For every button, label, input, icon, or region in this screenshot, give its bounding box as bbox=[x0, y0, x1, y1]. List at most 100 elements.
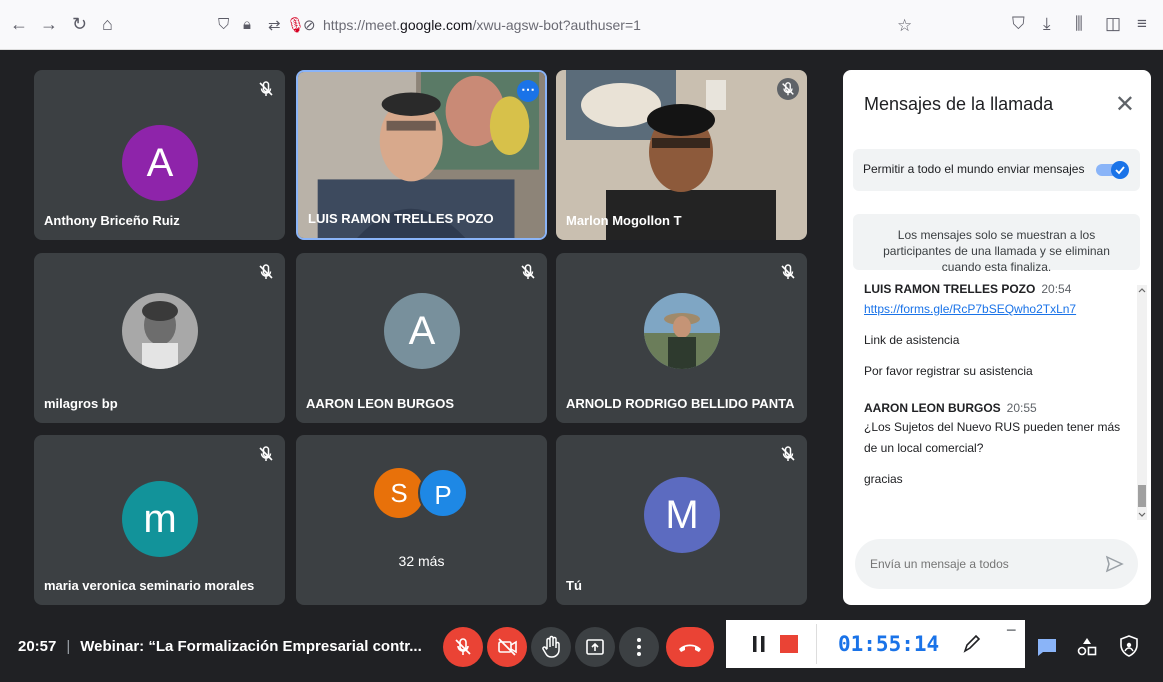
participant-tile-speaking[interactable]: ⋯ LUIS RAMON TRELLES POZO bbox=[296, 70, 547, 240]
chat-icon[interactable] bbox=[1036, 636, 1058, 658]
mic-off-icon bbox=[259, 81, 273, 96]
message-group: LUIS RAMON TRELLES POZO 20:54 https://for… bbox=[864, 282, 1134, 382]
participant-tile[interactable]: m maria veronica seminario morales bbox=[34, 435, 285, 605]
mic-off-icon bbox=[781, 446, 795, 461]
participant-name: AARON LEON BURGOS bbox=[306, 396, 455, 411]
avatar: m bbox=[122, 481, 198, 557]
meeting-title: Webinar: “La Formalización Empresarial c… bbox=[80, 638, 422, 655]
mic-toggle-button[interactable] bbox=[443, 627, 483, 667]
meeting-controls-bar: 20:57 | Webinar: “La Formalización Empresa… bbox=[0, 612, 1163, 682]
camera-off-icon bbox=[498, 638, 517, 656]
pocket-icon[interactable]: ⛉ bbox=[1012, 14, 1025, 34]
more-options-icon[interactable]: ⋯ bbox=[517, 80, 539, 102]
message-text: Por favor registrar su asistencia bbox=[864, 364, 1033, 378]
participant-name: LUIS RAMON TRELLES POZO bbox=[308, 211, 494, 226]
message-composer[interactable] bbox=[855, 539, 1138, 589]
message-input[interactable] bbox=[870, 557, 1090, 571]
leave-call-button[interactable] bbox=[666, 627, 714, 667]
participant-name: Anthony Briceño Ruiz bbox=[44, 213, 180, 228]
present-screen-button[interactable] bbox=[575, 627, 615, 667]
stop-icon[interactable] bbox=[780, 635, 798, 653]
chat-title: Mensajes de la llamada bbox=[864, 94, 1054, 114]
meeting-stage: A Anthony Briceño Ruiz ⋯ LUIS RAMON TREL… bbox=[0, 50, 1163, 682]
message-text: gracias bbox=[864, 472, 903, 486]
allow-messages-toggle[interactable] bbox=[1096, 161, 1130, 179]
pause-icon[interactable] bbox=[752, 635, 766, 653]
host-controls-icon[interactable] bbox=[1118, 634, 1140, 658]
participant-name: Tú bbox=[566, 578, 582, 593]
message-sender: AARON LEON BURGOS 20:55 bbox=[864, 401, 1037, 415]
participant-tile[interactable]: Marlon Mogollon T bbox=[556, 70, 807, 240]
close-icon[interactable]: ✕ bbox=[1115, 90, 1135, 119]
present-icon bbox=[586, 639, 604, 655]
mic-off-icon bbox=[455, 638, 471, 655]
address-bar[interactable]: ⛉ 🔒︎ ⇄ 🎙︎ ⊘ https://meet.google.com/xwu-… bbox=[210, 12, 930, 40]
message-group: AARON LEON BURGOS 20:55 ¿Los Sujetos del … bbox=[864, 401, 1134, 490]
more-participants-tile[interactable]: S P 32 más bbox=[296, 435, 547, 605]
participant-name: maria veronica seminario morales bbox=[44, 578, 255, 593]
meeting-info: 20:57 | Webinar: “La Formalización Empresa… bbox=[18, 638, 422, 655]
permissions-icon[interactable]: ⇄ bbox=[268, 16, 281, 34]
minimize-icon[interactable]: − bbox=[1006, 620, 1017, 641]
send-icon[interactable] bbox=[1104, 554, 1124, 574]
participant-name: ARNOLD RODRIGO BELLIDO PANTA bbox=[566, 396, 795, 411]
camera-blocked-icon[interactable]: ⊘ bbox=[303, 16, 316, 34]
chat-panel: Mensajes de la llamada ✕ Permitir a todo… bbox=[843, 70, 1151, 605]
avatar-photo bbox=[122, 293, 198, 369]
lock-icon[interactable]: 🔒︎ bbox=[243, 16, 251, 33]
raise-hand-button[interactable] bbox=[531, 627, 571, 667]
download-icon[interactable]: ⤓ bbox=[1043, 14, 1051, 34]
pen-icon[interactable] bbox=[961, 633, 981, 655]
message-sender: LUIS RAMON TRELLES POZO 20:54 bbox=[864, 282, 1072, 296]
message-list: LUIS RAMON TRELLES POZO 20:54 https://for… bbox=[864, 282, 1134, 490]
separator: | bbox=[66, 638, 71, 655]
mic-off-icon bbox=[777, 78, 799, 100]
screen-recorder-bar: 01:55:14 − bbox=[726, 620, 1025, 668]
bookmark-star-icon[interactable]: ☆ bbox=[897, 16, 912, 36]
message-link[interactable]: https://forms.gle/RcP7bSEQwho2TxLn7 bbox=[864, 299, 1134, 320]
avatar: A bbox=[384, 293, 460, 369]
more-options-button[interactable] bbox=[619, 627, 659, 667]
avatar: A bbox=[122, 125, 198, 201]
participant-tile[interactable]: A Anthony Briceño Ruiz bbox=[34, 70, 285, 240]
avatar: S bbox=[374, 468, 424, 518]
back-icon[interactable]: ← bbox=[10, 14, 28, 35]
participant-name: Marlon Mogollon T bbox=[566, 213, 682, 228]
avatar-photo bbox=[644, 293, 720, 369]
call-end-icon bbox=[679, 644, 701, 652]
current-time: 20:57 bbox=[18, 638, 57, 655]
url-text[interactable]: https://meet.google.com/xwu-agsw-bot?aut… bbox=[323, 17, 641, 33]
allow-messages-label: Permitir a todo el mundo enviar mensajes bbox=[863, 162, 1085, 176]
shield-icon[interactable]: ⛉ bbox=[218, 16, 229, 33]
self-tile[interactable]: M Tú bbox=[556, 435, 807, 605]
mic-off-icon bbox=[259, 264, 273, 279]
activities-icon[interactable] bbox=[1076, 636, 1098, 658]
message-text: ¿Los Sujetos del Nuevo RUS pueden tener … bbox=[864, 420, 1121, 455]
participant-tile[interactable]: A AARON LEON BURGOS bbox=[296, 253, 547, 423]
reload-icon[interactable]: ↻ bbox=[72, 14, 87, 35]
home-icon[interactable]: ⌂ bbox=[102, 14, 113, 35]
allow-messages-row: Permitir a todo el mundo enviar mensajes bbox=[853, 149, 1140, 191]
hand-icon bbox=[542, 635, 560, 658]
participant-name: milagros bp bbox=[44, 396, 118, 411]
message-text: Link de asistencia bbox=[864, 333, 960, 347]
chat-notice: Los mensajes solo se muestran a los part… bbox=[853, 214, 1140, 274]
divider bbox=[816, 624, 817, 664]
recording-elapsed-time: 01:55:14 bbox=[838, 632, 940, 656]
mic-off-icon bbox=[521, 264, 535, 279]
menu-icon[interactable]: ≡ bbox=[1137, 14, 1147, 34]
participant-tile[interactable]: milagros bp bbox=[34, 253, 285, 423]
chat-scrollbar[interactable] bbox=[1137, 285, 1147, 520]
mic-off-icon bbox=[259, 446, 273, 461]
more-participants-count: 32 más bbox=[398, 553, 445, 569]
mic-off-icon bbox=[781, 264, 795, 279]
library-icon[interactable]: ⫼ bbox=[1075, 14, 1083, 34]
more-vert-icon bbox=[637, 638, 641, 656]
sidebar-icon[interactable]: ◫ bbox=[1105, 14, 1121, 34]
camera-toggle-button[interactable] bbox=[487, 627, 527, 667]
participant-tile[interactable]: ARNOLD RODRIGO BELLIDO PANTA bbox=[556, 253, 807, 423]
avatar: M bbox=[644, 477, 720, 553]
forward-icon[interactable]: → bbox=[40, 14, 58, 35]
browser-toolbar: ← → ↻ ⌂ ⛉ 🔒︎ ⇄ 🎙︎ ⊘ https://meet.google.… bbox=[0, 0, 1163, 50]
avatar: P bbox=[418, 468, 468, 518]
